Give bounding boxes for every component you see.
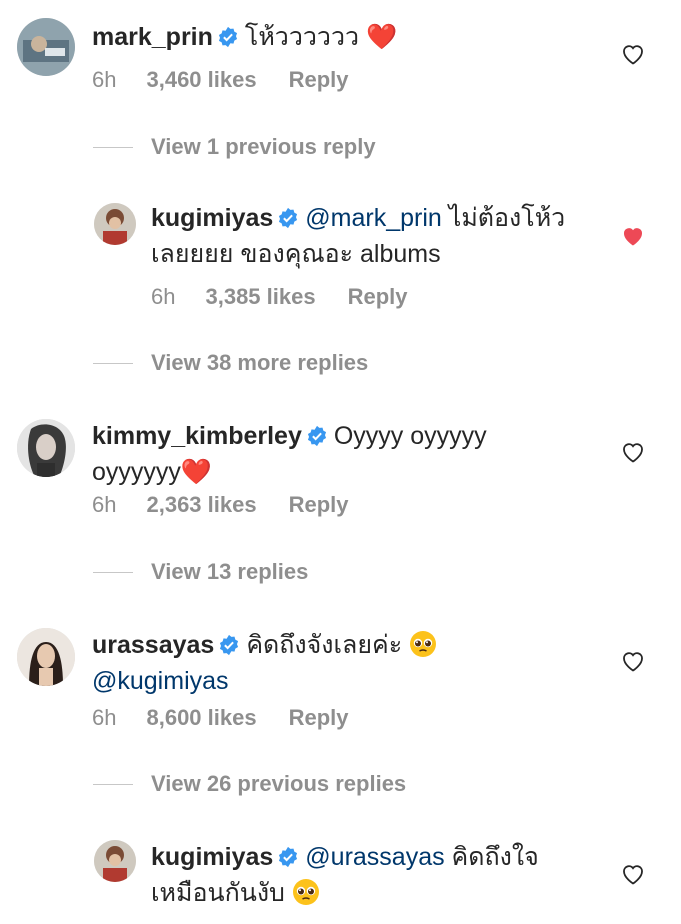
mention-link[interactable]: @mark_prin (305, 204, 442, 232)
reply-kugimiyas: kugimiyas @urassayas คิดถึงใจ เหมือนกันงั… (0, 832, 681, 924)
likes-count[interactable]: 2,363 likes (146, 492, 256, 518)
heart-outline-icon[interactable] (621, 650, 645, 672)
comment-time: 6h (92, 492, 117, 517)
verified-badge-icon (279, 207, 298, 229)
view-link-label: View 38 more replies (151, 350, 369, 375)
divider (93, 362, 133, 364)
username[interactable]: kugimiyas (151, 843, 273, 871)
comment-mark-prin: mark_prin โห้วววววว ❤️ 6h 3,460 likes Reply (0, 0, 681, 110)
divider (93, 783, 133, 785)
username[interactable]: mark_prin (92, 23, 213, 51)
heart-outline-icon[interactable] (621, 863, 645, 885)
reply-kugimiyas: kugimiyas @mark_prin ไม่ต้องโห้ว เลยยยย ข… (0, 195, 681, 325)
mention-link[interactable]: @kugimiyas (92, 667, 229, 695)
pleading-face-emoji (410, 631, 437, 657)
reply-button[interactable]: Reply (289, 492, 349, 518)
comment-text: คิดถึงจังเลยค่ะ (246, 631, 403, 659)
heart-outline-icon[interactable] (621, 441, 645, 463)
avatar[interactable] (17, 18, 75, 76)
comment-text: โห้วววววว (244, 23, 360, 51)
verified-badge-icon (218, 26, 237, 48)
comment-text: คิดถึงใจ (444, 843, 539, 871)
reply-button[interactable]: Reply (289, 67, 349, 93)
view-previous-replies-link[interactable]: View 26 previous replies (93, 771, 406, 797)
comment-urassayas: urassayas คิดถึงจังเลยค่ะ @kugimiyas 6h 8,… (0, 610, 681, 750)
username[interactable]: urassayas (92, 631, 214, 659)
avatar[interactable] (17, 419, 75, 477)
avatar[interactable] (94, 840, 136, 882)
view-replies-link[interactable]: View 13 replies (93, 559, 308, 585)
verified-badge-icon (307, 425, 326, 447)
username[interactable]: kimmy_kimberley (92, 422, 302, 450)
comment-text-continued: เลยยยย ของคุณอะ albums (151, 240, 441, 268)
view-link-label: View 1 previous reply (151, 134, 376, 159)
view-link-label: View 13 replies (151, 559, 309, 584)
verified-badge-icon (279, 846, 298, 868)
comment-time: 6h (92, 67, 117, 92)
comment-text-continued: oyyyyyy (92, 458, 181, 486)
mention-link[interactable]: @urassayas (305, 843, 444, 871)
avatar[interactable] (94, 203, 136, 245)
view-link-label: View 26 previous replies (151, 771, 407, 796)
view-previous-replies-link[interactable]: View 1 previous reply (93, 134, 376, 160)
heart-filled-icon[interactable] (621, 225, 645, 247)
red-heart-emoji: ❤️ (365, 23, 398, 51)
divider (93, 571, 133, 573)
likes-count[interactable]: 3,460 likes (146, 67, 256, 93)
reply-button[interactable]: Reply (348, 284, 408, 310)
comment-kimmy-kimberley: kimmy_kimberley Oyyyy oyyyyy oyyyyyy❤️ 6h… (0, 400, 681, 540)
comment-time: 6h (92, 705, 117, 730)
pleading-face-emoji (292, 879, 319, 905)
comment-time: 6h (151, 284, 176, 309)
divider (93, 146, 133, 148)
verified-badge-icon (220, 634, 239, 656)
likes-count[interactable]: 3,385 likes (205, 284, 315, 310)
comment-text: Oyyyy oyyyyy (333, 422, 487, 450)
likes-count[interactable]: 8,600 likes (146, 705, 256, 731)
comment-text: ไม่ต้องโห้ว (441, 204, 566, 232)
red-heart-emoji: ❤️ (180, 458, 213, 486)
view-more-replies-link[interactable]: View 38 more replies (93, 350, 368, 376)
avatar[interactable] (17, 628, 75, 686)
username[interactable]: kugimiyas (151, 204, 273, 232)
comment-text-continued: เหมือนกันงับ (151, 879, 285, 907)
heart-outline-icon[interactable] (621, 43, 645, 65)
reply-button[interactable]: Reply (289, 705, 349, 731)
comments-feed: mark_prin โห้วววววว ❤️ 6h 3,460 likes Reply… (0, 0, 681, 924)
